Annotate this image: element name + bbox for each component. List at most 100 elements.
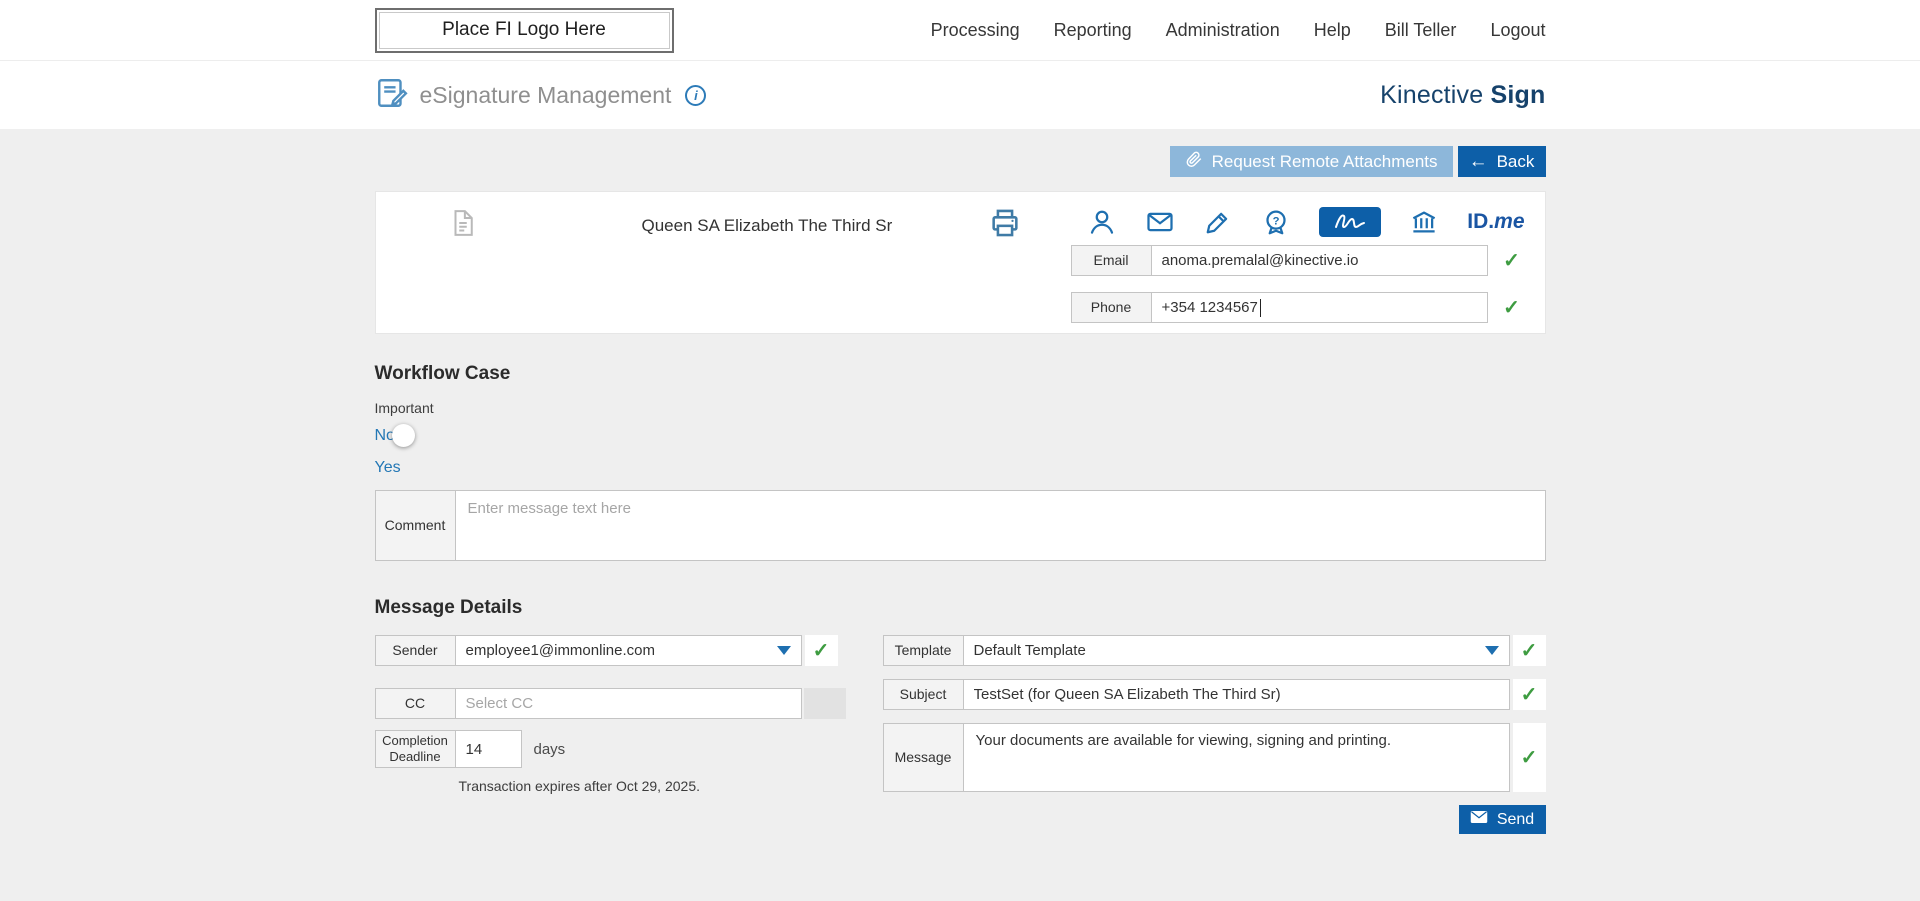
back-arrow-icon: ← — [1469, 152, 1488, 171]
sender-select[interactable]: employee1@immonline.com — [455, 635, 802, 666]
message-details-title: Message Details — [375, 597, 1546, 619]
recipient-name: Queen SA Elizabeth The Third Sr — [642, 216, 893, 236]
cc-empty-status — [804, 688, 846, 719]
phone-label: Phone — [1071, 292, 1152, 323]
subject-row: Subject ✓ — [883, 679, 1546, 710]
brand-primary: Kinective — [1380, 81, 1483, 109]
message-details-columns: Sender employee1@immonline.com ✓ CC Com — [375, 635, 1546, 834]
check-icon: ✓ — [1521, 682, 1538, 707]
idme-me-text: me — [1494, 210, 1524, 233]
comment-label: Comment — [375, 490, 456, 561]
message-label: Message — [883, 723, 964, 792]
request-remote-attachments-button[interactable]: Request Remote Attachments — [1170, 146, 1453, 177]
message-valid-status: ✓ — [1513, 723, 1546, 792]
subject-label: Subject — [883, 679, 964, 710]
bank-icon[interactable] — [1409, 207, 1439, 237]
back-label: Back — [1497, 152, 1535, 172]
message-textarea[interactable]: Your documents are available for viewing… — [963, 723, 1510, 792]
recipient-card: Queen SA Elizabeth The Third Sr — [375, 191, 1546, 334]
phone-value-text: +354 1234567 — [1162, 299, 1258, 316]
message-details-right: Template Default Template ✓ Subject ✓ — [883, 635, 1546, 834]
template-valid-status: ✓ — [1513, 635, 1546, 666]
days-unit-label: days — [534, 741, 566, 758]
comment-row: Comment — [375, 490, 1546, 561]
email-icon[interactable] — [1145, 207, 1175, 237]
chevron-down-icon — [777, 646, 791, 655]
send-envelope-icon — [1470, 810, 1488, 829]
sender-label: Sender — [375, 635, 456, 666]
completion-deadline-label: Completion Deadline — [375, 730, 456, 768]
subject-input[interactable] — [963, 679, 1510, 710]
cc-input[interactable] — [455, 688, 802, 719]
phone-row: Phone +354 1234567 ✓ — [1071, 292, 1529, 323]
sender-valid-status: ✓ — [805, 635, 838, 666]
esignature-document-icon — [375, 76, 409, 115]
delivery-method-row: ? ID.me — [1087, 202, 1524, 242]
text-caret — [1260, 299, 1261, 317]
page-header: eSignature Management i Kinective Sign — [0, 61, 1920, 129]
paperclip-icon — [1185, 150, 1203, 173]
back-button[interactable]: ← Back — [1458, 146, 1546, 177]
main-nav: Processing Reporting Administration Help… — [931, 20, 1546, 41]
actions-row: Request Remote Attachments ← Back — [375, 146, 1546, 177]
chevron-down-icon — [1485, 646, 1499, 655]
document-icon — [448, 208, 478, 243]
nav-user-bill-teller[interactable]: Bill Teller — [1385, 20, 1457, 41]
phone-valid-status: ✓ — [1495, 292, 1529, 323]
check-icon: ✓ — [1521, 638, 1538, 663]
brand-logo: Kinective Sign — [1380, 81, 1545, 110]
fi-logo-placeholder: Place FI Logo Here — [375, 8, 674, 53]
person-icon[interactable] — [1087, 207, 1117, 237]
signature-pen-icon[interactable] — [1203, 207, 1233, 237]
completion-deadline-row: Completion Deadline days — [375, 730, 846, 768]
check-icon: ✓ — [813, 638, 830, 663]
workflow-case-title: Workflow Case — [375, 363, 1546, 385]
send-row: Send — [883, 805, 1546, 834]
email-row: Email ✓ — [1071, 245, 1529, 276]
nav-reporting[interactable]: Reporting — [1054, 20, 1132, 41]
request-remote-attachments-label: Request Remote Attachments — [1212, 152, 1438, 172]
kba-question-badge-icon[interactable]: ? — [1261, 207, 1291, 237]
sender-value: employee1@immonline.com — [466, 642, 655, 659]
email-valid-status: ✓ — [1495, 245, 1529, 276]
toggle-knob[interactable] — [392, 424, 415, 447]
important-toggle-no[interactable]: No — [375, 427, 395, 445]
important-label: Important — [375, 400, 1546, 416]
main-content: Request Remote Attachments ← Back Queen … — [0, 129, 1920, 901]
template-select[interactable]: Default Template — [963, 635, 1510, 666]
brand-secondary: Sign — [1491, 81, 1546, 109]
message-row: Message Your documents are available for… — [883, 723, 1546, 792]
important-option-yes[interactable]: Yes — [375, 459, 415, 477]
print-icon[interactable] — [988, 206, 1022, 245]
template-label: Template — [883, 635, 964, 666]
send-label: Send — [1497, 811, 1534, 829]
selected-method-signature-icon[interactable] — [1319, 207, 1381, 237]
nav-processing[interactable]: Processing — [931, 20, 1020, 41]
topbar: Place FI Logo Here Processing Reporting … — [0, 0, 1920, 61]
cc-label: CC — [375, 688, 456, 719]
send-button[interactable]: Send — [1459, 805, 1546, 834]
cc-row: CC — [375, 688, 846, 719]
idme-logo[interactable]: ID.me — [1467, 210, 1524, 234]
phone-input[interactable]: +354 1234567 — [1151, 292, 1488, 323]
check-icon: ✓ — [1503, 248, 1520, 273]
completion-deadline-input[interactable] — [455, 730, 522, 768]
comment-textarea[interactable] — [455, 490, 1546, 561]
subject-valid-status: ✓ — [1513, 679, 1546, 710]
email-input[interactable] — [1151, 245, 1488, 276]
check-icon: ✓ — [1521, 745, 1538, 770]
check-icon: ✓ — [1503, 295, 1520, 320]
email-label: Email — [1071, 245, 1152, 276]
sender-row: Sender employee1@immonline.com ✓ — [375, 635, 846, 666]
expiration-note: Transaction expires after Oct 29, 2025. — [459, 778, 846, 794]
nav-help[interactable]: Help — [1314, 20, 1351, 41]
template-value: Default Template — [974, 642, 1086, 659]
idme-id-text: ID. — [1467, 210, 1494, 233]
info-icon[interactable]: i — [685, 85, 706, 106]
nav-administration[interactable]: Administration — [1166, 20, 1280, 41]
nav-logout[interactable]: Logout — [1490, 20, 1545, 41]
fi-logo-text: Place FI Logo Here — [442, 19, 606, 41]
svg-text:?: ? — [1273, 215, 1280, 227]
template-row: Template Default Template ✓ — [883, 635, 1546, 666]
message-details-left: Sender employee1@immonline.com ✓ CC Com — [375, 635, 846, 794]
